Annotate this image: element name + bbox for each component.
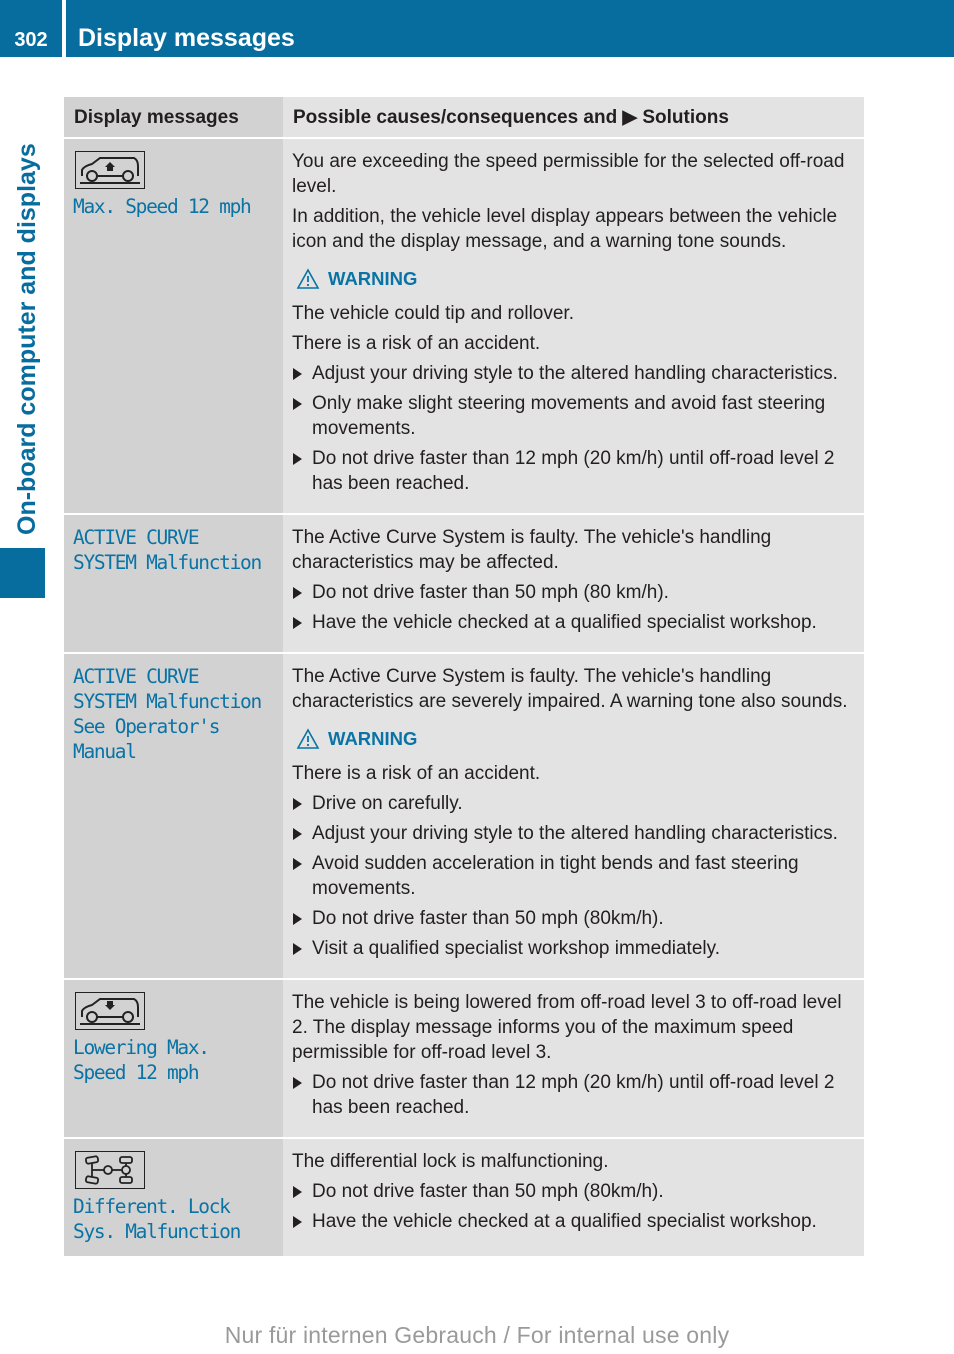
solution-step-text: Do not drive faster than 12 mph (20 km/h… (312, 1072, 835, 1118)
solution-step: Adjust your driving style to the altered… (292, 361, 856, 386)
warning-triangle-icon (296, 727, 320, 749)
table-row: Max. Speed 12 mph You are exceeding the s… (64, 138, 864, 515)
solution-steps-list: Do not drive faster than 50 mph (80 km/h… (292, 580, 856, 635)
triangle-bullet-icon (293, 943, 302, 955)
column-header-display-messages: Display messages (64, 97, 283, 139)
header-divider (62, 0, 66, 57)
table-row: Lowering Max. Speed 12 mph The vehicle is… (64, 979, 864, 1139)
triangle-bullet-icon (293, 398, 302, 410)
cause-paragraph: The Active Curve System is faulty. The v… (292, 527, 772, 573)
solution-step: Adjust your driving style to the altered… (292, 821, 856, 846)
triangle-bullet-icon (293, 828, 302, 840)
differential-lock-icon (75, 1151, 145, 1189)
solution-step-text: Visit a qualified specialist workshop im… (312, 938, 720, 959)
solution-step: Do not drive faster than 50 mph (80km/h)… (292, 906, 856, 931)
triangle-bullet-icon (293, 1077, 302, 1089)
solution-step: Avoid sudden acceleration in tight bends… (292, 851, 856, 901)
solutions-cell: The Active Curve System is faulty. The v… (283, 514, 864, 654)
display-message-cell: Different. Lock Sys. Malfunction (64, 1138, 283, 1258)
solution-step-text: Do not drive faster than 50 mph (80 km/h… (312, 582, 669, 603)
solution-step: Have the vehicle checked at a qualified … (292, 1209, 856, 1234)
cause-paragraph: The Active Curve System is faulty. The v… (292, 666, 848, 712)
warning-heading: WARNING (296, 726, 856, 751)
cause-paragraph: In addition, the vehicle level display a… (292, 206, 838, 252)
solution-step: Visit a qualified specialist workshop im… (292, 936, 856, 961)
triangle-bullet-icon (293, 798, 302, 810)
triangle-bullet-icon (293, 858, 302, 870)
table-row: ACTIVE CURVE SYSTEM Malfunction The Activ… (64, 514, 864, 654)
display-message-text: Different. Lock Sys. Malfunction (73, 1195, 241, 1243)
solution-step: Do not drive faster than 12 mph (20 km/h… (292, 1070, 856, 1120)
solutions-cell: The differential lock is malfunctioning.… (283, 1138, 864, 1258)
display-message-text: ACTIVE CURVE SYSTEM Malfunction See Oper… (73, 665, 262, 763)
solution-step: Have the vehicle checked at a qualified … (292, 610, 856, 635)
triangle-bullet-icon (293, 368, 302, 380)
solutions-cell: You are exceeding the speed permissible … (283, 138, 864, 515)
solution-step: Only make slight steering movements and … (292, 391, 856, 441)
cause-paragraph: The vehicle could tip and rollover. (292, 303, 574, 324)
solution-step-text: Do not drive faster than 50 mph (80km/h)… (312, 908, 664, 929)
triangle-bullet-icon (293, 587, 302, 599)
vehicle-lower-icon (75, 992, 145, 1030)
display-message-cell: ACTIVE CURVE SYSTEM Malfunction (64, 514, 283, 654)
solution-step-text: Drive on carefully. (312, 793, 463, 814)
page-header-bar: 302 Display messages (0, 0, 954, 57)
page-title: Display messages (78, 24, 295, 52)
cause-paragraph: You are exceeding the speed permissible … (292, 151, 845, 197)
solution-step-text: Do not drive faster than 12 mph (20 km/h… (312, 448, 835, 494)
solution-steps-list: Drive on carefully. Adjust your driving s… (292, 791, 856, 961)
section-tab-marker (0, 548, 45, 598)
display-message-cell: Max. Speed 12 mph (64, 138, 283, 515)
table-row: Different. Lock Sys. Malfunction The diff… (64, 1138, 864, 1258)
display-message-cell: ACTIVE CURVE SYSTEM Malfunction See Oper… (64, 653, 283, 980)
solution-step-text: Only make slight steering movements and … (312, 393, 826, 439)
table-row: ACTIVE CURVE SYSTEM Malfunction See Oper… (64, 653, 864, 980)
page-number: 302 (14, 29, 48, 51)
solution-steps-list: Do not drive faster than 12 mph (20 km/h… (292, 1070, 856, 1120)
column-header-solutions: Possible causes/consequences and ▶ Solut… (283, 97, 864, 139)
triangle-bullet-icon (293, 913, 302, 925)
display-messages-table: Display messages Possible causes/consequ… (64, 97, 864, 1258)
triangle-bullet-icon (293, 1216, 302, 1228)
cause-paragraph: The differential lock is malfunctioning. (292, 1151, 609, 1172)
triangle-bullet-icon (293, 453, 302, 465)
solution-step: Do not drive faster than 50 mph (80km/h)… (292, 1179, 856, 1204)
table-header-row: Display messages Possible causes/consequ… (64, 97, 864, 139)
warning-triangle-icon (296, 267, 320, 289)
solution-step-text: Do not drive faster than 50 mph (80km/h)… (312, 1181, 664, 1202)
solution-step: Do not drive faster than 50 mph (80 km/h… (292, 580, 856, 605)
triangle-bullet-icon (293, 617, 302, 629)
warning-heading: WARNING (296, 266, 856, 291)
solution-step-text: Have the vehicle checked at a qualified … (312, 1211, 817, 1232)
display-message-text: ACTIVE CURVE SYSTEM Malfunction (73, 526, 262, 574)
solution-step-text: Adjust your driving style to the altered… (312, 363, 838, 384)
solutions-cell: The Active Curve System is faulty. The v… (283, 653, 864, 980)
vehicle-raise-icon (75, 151, 145, 189)
cause-paragraph: The vehicle is being lowered from off-ro… (292, 992, 842, 1063)
cause-paragraph: There is a risk of an accident. (292, 333, 541, 354)
solution-step-text: Avoid sudden acceleration in tight bends… (312, 853, 799, 899)
solution-steps-list: Do not drive faster than 50 mph (80km/h)… (292, 1179, 856, 1234)
section-side-label: On-board computer and displays (13, 143, 41, 535)
solution-steps-list: Adjust your driving style to the altered… (292, 361, 856, 496)
triangle-bullet-icon (293, 1186, 302, 1198)
cause-paragraph: There is a risk of an accident. (292, 763, 541, 784)
internal-use-watermark: Nur für internen Gebrauch / For internal… (224, 1322, 730, 1348)
warning-label: WARNING (328, 268, 418, 289)
solutions-cell: The vehicle is being lowered from off-ro… (283, 979, 864, 1139)
solution-step: Do not drive faster than 12 mph (20 km/h… (292, 446, 856, 496)
solution-step: Drive on carefully. (292, 791, 856, 816)
warning-label: WARNING (328, 728, 418, 749)
display-message-text: Lowering Max. Speed 12 mph (73, 1036, 210, 1084)
solution-step-text: Adjust your driving style to the altered… (312, 823, 838, 844)
display-message-text: Max. Speed 12 mph (73, 195, 252, 218)
solution-step-text: Have the vehicle checked at a qualified … (312, 612, 817, 633)
display-message-cell: Lowering Max. Speed 12 mph (64, 979, 283, 1139)
